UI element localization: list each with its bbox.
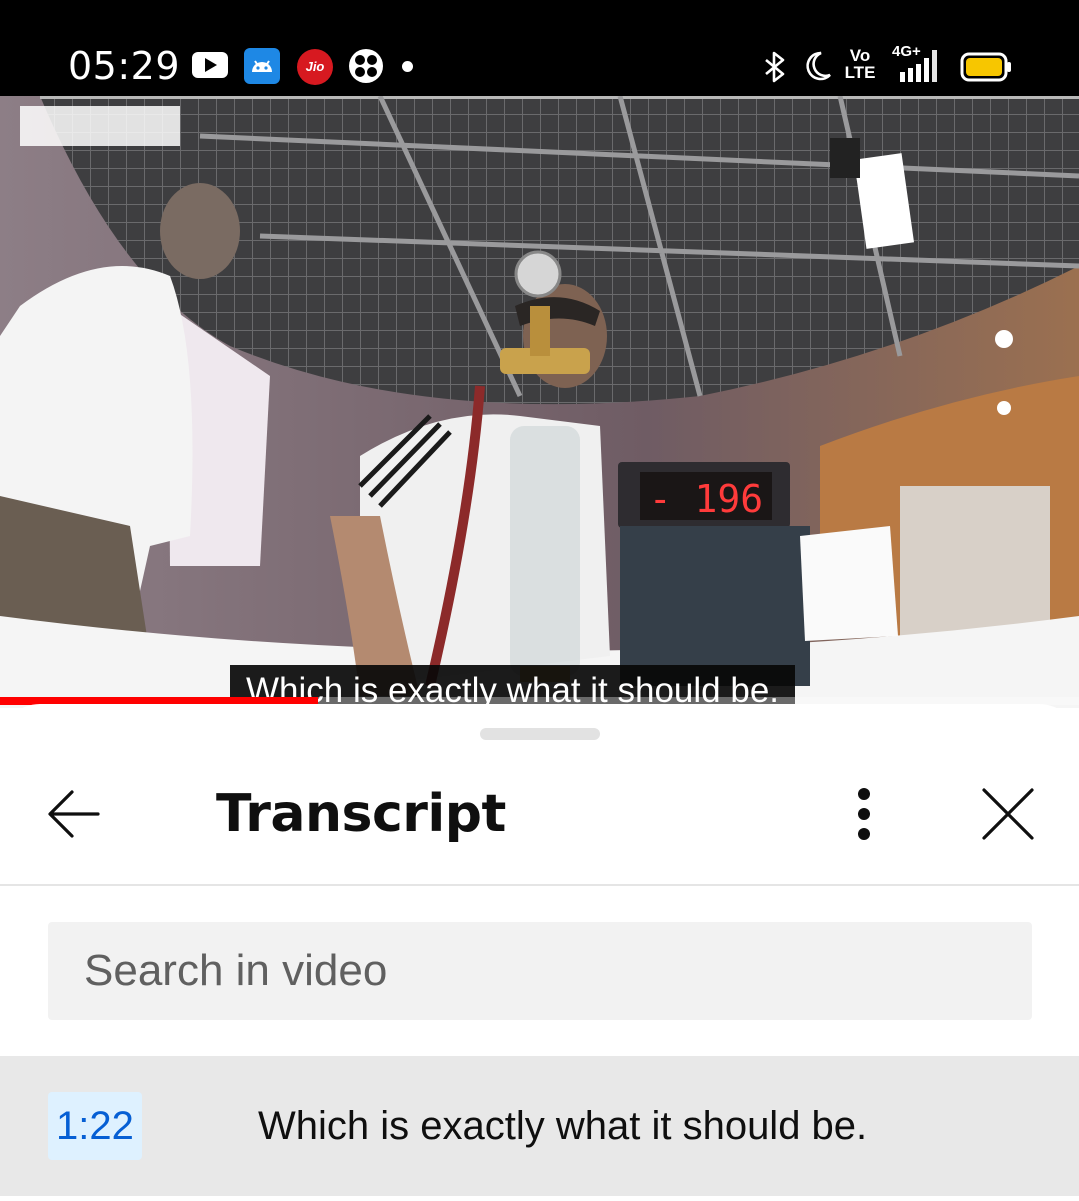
video-frame: - 196	[0, 96, 1079, 708]
jio-label: Jio	[305, 59, 325, 74]
video-player[interactable]: - 196 Which is exactly what it should be…	[0, 96, 1079, 708]
battery-icon	[960, 52, 1012, 87]
display-reading: - 196	[649, 477, 763, 521]
network-type: 4G+	[892, 43, 921, 60]
volte-top: Vo	[849, 46, 871, 65]
more-options-button[interactable]	[832, 776, 896, 852]
jio-icon: Jio	[296, 48, 334, 91]
drag-handle[interactable]	[480, 728, 600, 740]
bluetooth-icon	[762, 50, 788, 89]
search-input[interactable]	[48, 922, 1032, 1020]
segment-text: Which is exactly what it should be.	[258, 1104, 868, 1148]
game-icon	[348, 48, 384, 89]
android-icon	[244, 48, 280, 89]
volte-icon: Vo LTE	[842, 47, 878, 82]
segment-timestamp[interactable]: 1:22	[48, 1092, 142, 1160]
volte-bottom: LTE	[844, 63, 876, 82]
header-divider	[0, 884, 1079, 886]
signal-4g-icon: 4G+	[886, 44, 942, 84]
panel-title: Transcript	[216, 784, 506, 844]
arrow-left-icon	[48, 790, 100, 838]
notification-dot	[402, 61, 413, 72]
close-button[interactable]	[970, 776, 1046, 852]
close-icon	[982, 788, 1034, 840]
youtube-icon	[191, 48, 229, 87]
status-bar: 05:29 Jio Vo LTE 4G+	[0, 0, 1079, 96]
transcript-segment[interactable]: 1:22 Which is exactly what it should be.	[0, 1056, 1079, 1196]
back-button[interactable]	[36, 776, 112, 852]
more-vert-icon	[858, 788, 870, 840]
transcript-panel: Transcript 1:22 Which is exactly what it…	[0, 704, 1079, 1201]
moon-icon	[802, 50, 832, 87]
status-time: 05:29	[68, 44, 181, 88]
